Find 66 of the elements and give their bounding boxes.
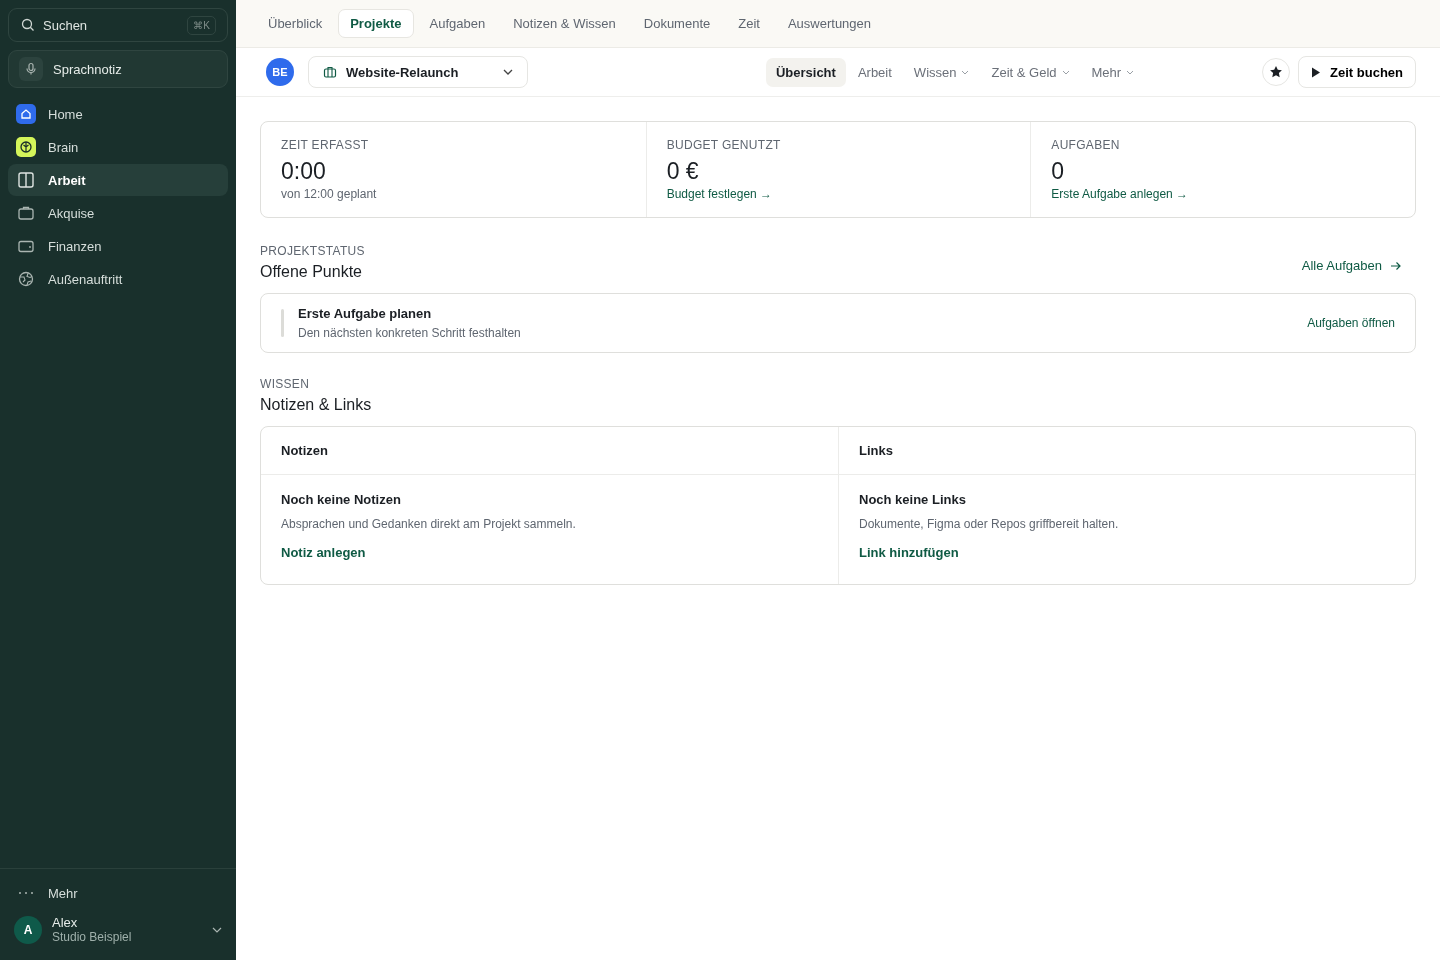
voice-note-button[interactable]: Sprachnotiz [8, 50, 228, 88]
nav-tab[interactable]: Auswertungen [775, 9, 884, 38]
stat-note: von 12:00 geplant [281, 187, 378, 201]
search-icon [21, 18, 35, 32]
briefcase-icon [323, 65, 337, 79]
sidebar-item[interactable]: Außenauftritt [8, 263, 228, 295]
arrow-right-icon [1390, 260, 1402, 271]
stat-label: AUFGABEN [1051, 138, 1121, 152]
stat-label: BUDGET GENUTZT [666, 138, 782, 152]
section-tab[interactable]: Mehr [1081, 57, 1145, 87]
sidebar-item[interactable]: Finanzen [8, 230, 228, 262]
empty-state-title: Noch keine Links [859, 492, 967, 507]
favorite-button[interactable] [1262, 58, 1291, 86]
sidebar-item[interactable]: Arbeit [8, 164, 228, 196]
globe-icon [16, 269, 36, 289]
user-name: Alex [52, 915, 79, 930]
book-time-button[interactable]: Zeit buchen [1298, 56, 1416, 88]
star-icon [1269, 65, 1284, 79]
section-tab[interactable]: Zeit & Geld [981, 57, 1080, 87]
nav-tab[interactable]: Aufgaben [417, 9, 498, 38]
nav-tab[interactable]: Projekte [338, 9, 414, 38]
add-link[interactable]: Notiz anlegen [281, 545, 366, 560]
nav-tab[interactable]: Zeit [726, 9, 772, 38]
all-tasks-link[interactable]: Alle Aufgaben [1301, 258, 1402, 273]
stat-value: 0 € [666, 158, 700, 185]
stat-label: ZEIT ERFASST [281, 138, 370, 152]
chevron-down-icon [503, 69, 513, 75]
nav-tab[interactable]: Notizen & Wissen [501, 9, 628, 38]
empty-state-text: Absprachen und Gedanken direkt am Projekt sammeln. [281, 517, 577, 531]
section-title: Offene Punkte [260, 263, 363, 281]
sidebar-item[interactable]: Akquise [8, 197, 228, 229]
column-heading: Links [859, 443, 893, 458]
shortcut-hint: ⌘K [187, 16, 216, 35]
stat-link[interactable]: Budget festlegen → [666, 187, 1011, 201]
home-icon [16, 104, 36, 124]
add-link[interactable]: Link hinzufügen [859, 545, 959, 560]
sidebar-item[interactable]: Brain [8, 131, 228, 163]
open-tasks-link[interactable]: Aufgaben öffnen [1307, 316, 1395, 330]
section-title: Notizen & Links [260, 396, 373, 414]
brain-icon [16, 137, 36, 157]
play-icon [1311, 66, 1322, 78]
nav-tab[interactable]: Überblick [256, 9, 335, 38]
stat-value: 0:00 [281, 158, 327, 185]
empty-state-title: Noch keine Notizen [281, 492, 402, 507]
section-eyebrow: WISSEN [260, 377, 311, 391]
section-eyebrow: PROJEKTSTATUS [260, 244, 366, 258]
section-tab[interactable]: Arbeit [847, 57, 902, 87]
more-icon [16, 891, 36, 895]
chevron-down-icon[interactable] [212, 926, 222, 933]
section-tab[interactable]: Wissen [903, 57, 980, 87]
user-avatar: A [14, 915, 42, 944]
column-heading: Notizen [281, 443, 328, 458]
task-description: Den nächsten konkreten Schritt festhalten [298, 326, 521, 340]
organization-name: Studio Beispiel [52, 930, 133, 944]
microphone-icon [19, 57, 43, 81]
stat-value: 0 [1051, 158, 1066, 185]
more-menu-item[interactable]: Mehr [8, 877, 228, 909]
project-badge: BE [266, 58, 294, 86]
empty-state-text: Dokumente, Figma oder Repos griffbereit halten. [859, 517, 1120, 531]
section-tab[interactable]: Übersicht [765, 57, 846, 87]
task-title: Erste Aufgabe planen [298, 306, 433, 321]
nav-tab[interactable]: Dokumente [631, 9, 723, 38]
columns-icon [16, 170, 36, 190]
project-dropdown[interactable]: Website-Relaunch [308, 56, 528, 88]
sidebar-item[interactable]: Home [8, 98, 228, 130]
stat-link[interactable]: Erste Aufgabe anlegen → [1051, 187, 1395, 201]
